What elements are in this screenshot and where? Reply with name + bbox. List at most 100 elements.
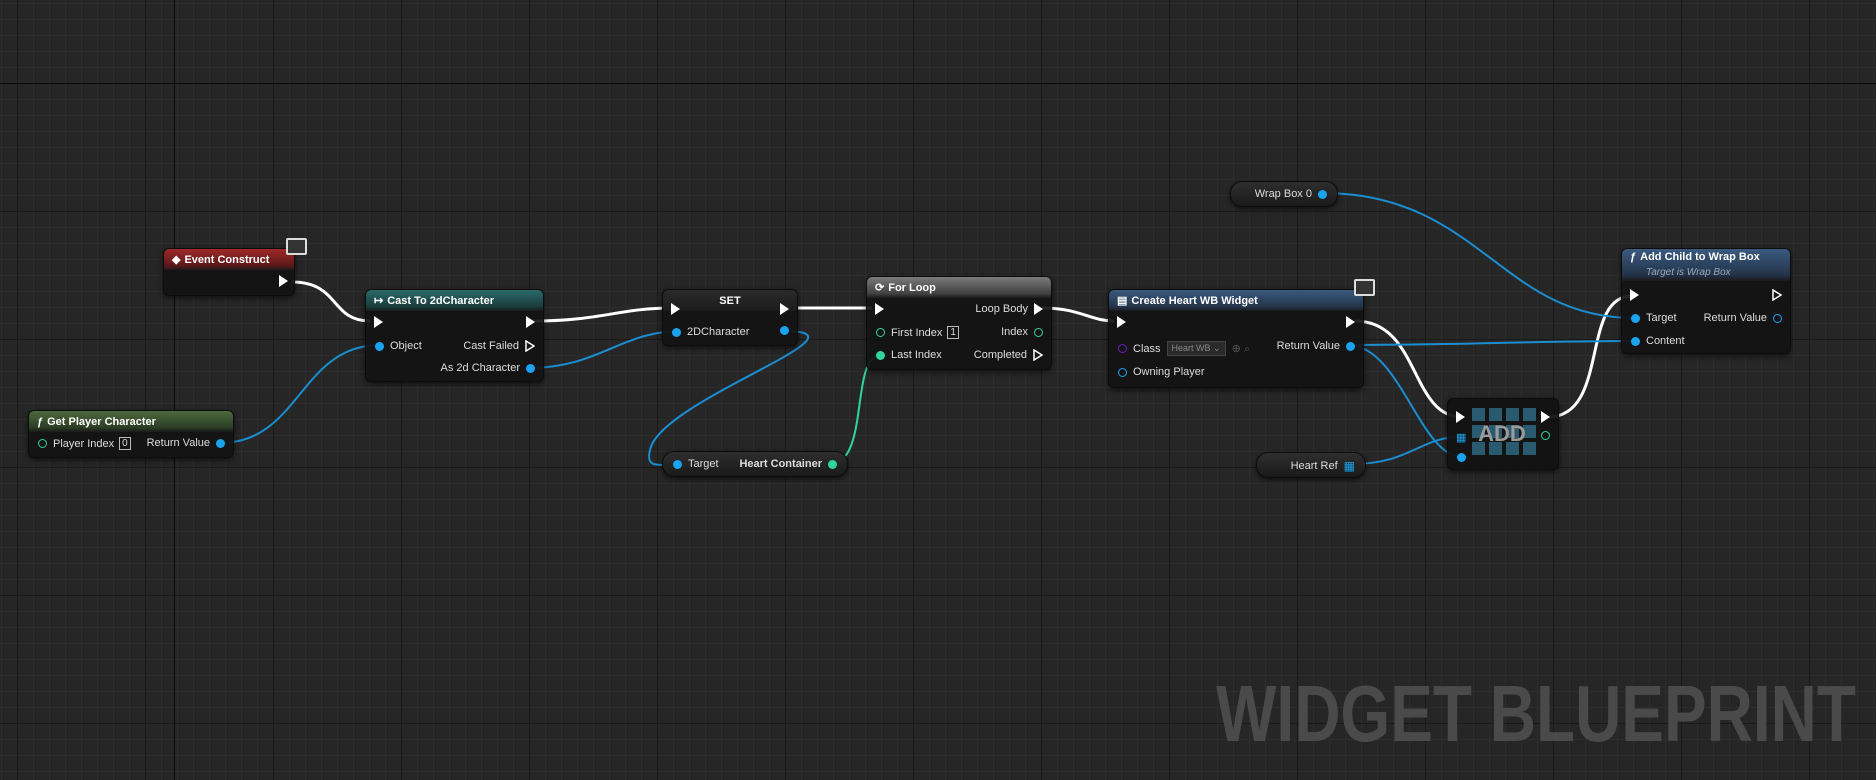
index-pin[interactable]: [1034, 327, 1043, 337]
event-construct-node[interactable]: ◆ Event Construct: [163, 248, 295, 296]
exec-out-pin[interactable]: [279, 275, 288, 287]
pin-label: Content: [1646, 335, 1685, 347]
exec-in-pin[interactable]: [875, 303, 884, 315]
data-wire: [648, 330, 809, 466]
pin-label: Return Value: [1276, 340, 1340, 352]
node-title: SET: [719, 294, 741, 307]
heart-container-node[interactable]: Target Heart Container: [662, 451, 848, 477]
heart-container-pin[interactable]: [828, 459, 837, 469]
cast-icon: ↦: [374, 295, 384, 307]
wires-layer: [219, 192, 1635, 466]
monitor-icon: [1354, 279, 1375, 296]
pin-label: Cast Failed: [463, 340, 519, 352]
array-in-pin[interactable]: ▦: [1456, 431, 1466, 444]
pin-label: Loop Body: [975, 303, 1028, 315]
pin-label: As 2d Character: [440, 362, 520, 374]
node-header: ↦ Cast To 2dCharacter: [366, 290, 543, 311]
pin-label: Class: [1133, 342, 1161, 355]
array-icon[interactable]: ▦: [1344, 459, 1355, 473]
exec-out-pin[interactable]: [780, 303, 789, 315]
exec-in-pin[interactable]: [1117, 316, 1126, 328]
function-icon: ƒ: [37, 415, 44, 428]
function-icon: ƒ: [1630, 251, 1637, 263]
exec-wire: [1547, 294, 1633, 419]
node-title: Get Player Character: [47, 415, 156, 428]
player-index-pin[interactable]: [38, 439, 47, 448]
data-wire: [527, 330, 683, 369]
pin-label: Wrap Box 0: [1254, 188, 1312, 200]
last-index-pin[interactable]: [876, 350, 885, 360]
object-pin[interactable]: [375, 341, 384, 351]
node-subtitle: Target is Wrap Box: [1646, 267, 1731, 278]
exec-in-pin[interactable]: [671, 303, 680, 315]
node-title: For Loop: [888, 281, 936, 294]
owning-player-pin[interactable]: [1118, 367, 1127, 377]
loop-icon: ⟳: [875, 282, 885, 294]
as-character-pin[interactable]: [526, 363, 535, 373]
node-title: Cast To 2dCharacter: [387, 294, 494, 307]
node-header: SET: [663, 290, 797, 311]
first-index-input[interactable]: 1: [947, 326, 959, 339]
pin-label: Target: [688, 458, 719, 470]
exec-wire: [1041, 306, 1115, 323]
exec-out-pin[interactable]: [1541, 411, 1550, 423]
completed-pin[interactable]: [1033, 349, 1043, 361]
index-out-pin[interactable]: [1541, 431, 1550, 440]
cast-failed-pin[interactable]: [525, 340, 535, 352]
pin-label: Index: [1001, 326, 1028, 338]
character-out-pin[interactable]: [780, 326, 789, 335]
pin-label: Object: [390, 340, 422, 352]
heart-ref-node[interactable]: Heart Ref ▦: [1256, 452, 1366, 478]
widget-icon: ▤: [1117, 295, 1128, 307]
wrap-box-pin[interactable]: [1318, 189, 1327, 199]
graph-watermark: WIDGET BLUEPRINT: [1216, 669, 1856, 758]
data-wire: [1347, 340, 1635, 346]
return-value-pin[interactable]: [1346, 341, 1355, 351]
item-in-pin[interactable]: [1457, 453, 1466, 462]
node-title: Add Child to Wrap Box: [1640, 251, 1760, 263]
event-icon: ◆: [172, 254, 181, 266]
exec-in-pin[interactable]: [1456, 411, 1465, 423]
first-index-pin[interactable]: [876, 328, 885, 337]
for-loop-node[interactable]: ⟳ For Loop Loop Body First Index 1 Index L…: [866, 276, 1052, 370]
data-wire: [1321, 192, 1635, 319]
array-add-node[interactable]: ADD ▦: [1447, 398, 1559, 470]
content-pin[interactable]: [1631, 336, 1640, 346]
pin-label: First Index: [891, 326, 943, 339]
exec-out-pin[interactable]: [526, 316, 535, 328]
node-header: ▤ Create Heart WB Widget: [1109, 290, 1363, 311]
loop-body-pin[interactable]: [1034, 303, 1043, 315]
class-select-value: Heart WB: [1171, 343, 1211, 353]
exec-wire: [533, 306, 673, 323]
monitor-icon: [286, 238, 307, 255]
pin-label: Return Value: [146, 437, 210, 449]
create-widget-node[interactable]: ▤ Create Heart WB Widget Class Heart WB ⌄ ⊕…: [1108, 289, 1364, 388]
pin-label: Heart Ref: [1290, 460, 1338, 472]
target-pin[interactable]: [1631, 313, 1640, 323]
node-header: ⟳ For Loop: [867, 277, 1051, 298]
pin-label: Last Index: [891, 349, 942, 361]
exec-out-pin[interactable]: [1772, 289, 1782, 301]
player-index-input[interactable]: 0: [119, 437, 131, 450]
class-select[interactable]: Heart WB ⌄: [1166, 341, 1226, 356]
exec-in-pin[interactable]: [1630, 289, 1639, 301]
set-node[interactable]: SET 2DCharacter: [662, 289, 798, 346]
wrap-box-node[interactable]: Wrap Box 0: [1230, 181, 1338, 207]
get-player-character-node[interactable]: ƒ Get Player Character Player Index 0 Retu…: [28, 410, 234, 458]
pin-label: 2DCharacter: [687, 326, 750, 338]
return-value-pin[interactable]: [1773, 313, 1782, 323]
node-header: ◆ Event Construct: [164, 249, 294, 270]
character-in-pin[interactable]: [672, 327, 681, 337]
pin-label: Target: [1646, 312, 1677, 324]
browse-icon[interactable]: ⊕ ⌕: [1232, 342, 1250, 356]
node-header: ƒ Get Player Character: [29, 411, 233, 432]
data-wire: [219, 344, 381, 444]
target-pin[interactable]: [673, 459, 682, 469]
exec-in-pin[interactable]: [374, 316, 383, 328]
add-child-node[interactable]: ƒ Add Child to Wrap Box Target is Wrap Bo…: [1621, 248, 1791, 354]
class-pin[interactable]: [1118, 344, 1127, 353]
exec-out-pin[interactable]: [1346, 316, 1355, 328]
return-value-pin[interactable]: [216, 438, 225, 448]
cast-node[interactable]: ↦ Cast To 2dCharacter Object Cast Failed …: [365, 289, 544, 382]
pin-label: Player Index: [53, 437, 115, 450]
